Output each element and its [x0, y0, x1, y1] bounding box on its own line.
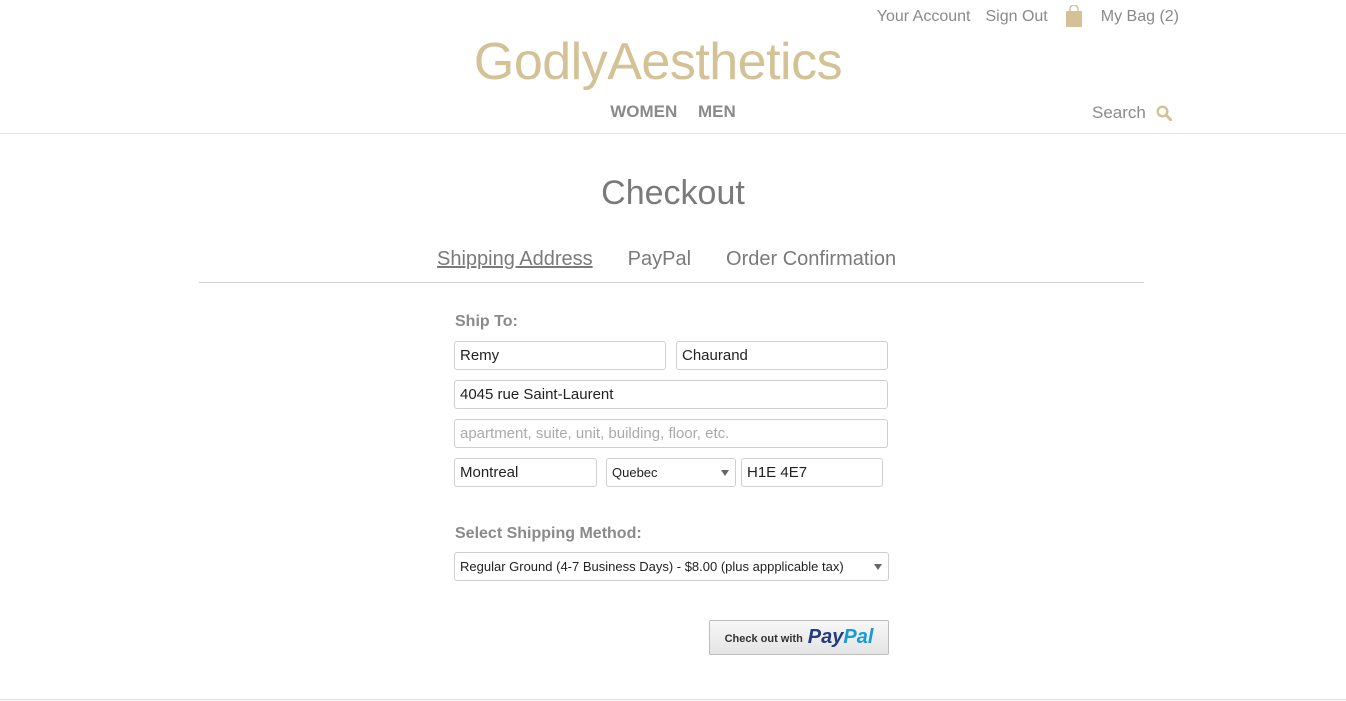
checkout-steps: Shipping Address PayPal Order Confirmati… [437, 248, 931, 271]
city-field[interactable] [454, 458, 597, 487]
postal-code-field[interactable] [741, 458, 883, 487]
step-shipping-address[interactable]: Shipping Address [437, 248, 593, 271]
steps-divider [199, 282, 1144, 283]
address-line2-field[interactable] [454, 419, 888, 448]
search-icon [1156, 105, 1172, 121]
top-bar: Your Account Sign Out My Bag (2) [877, 4, 1179, 28]
chevron-down-icon [721, 470, 729, 476]
paypal-logo-pay: Pay [807, 626, 844, 648]
shipping-method-select[interactable]: Regular Ground (4-7 Business Days) - $8.… [454, 552, 889, 581]
province-value: Quebec [612, 465, 658, 480]
shipping-method-label: Select Shipping Method: [455, 525, 642, 542]
paypal-button-prefix: Check out with [724, 632, 803, 645]
province-select[interactable]: Quebec [606, 458, 736, 487]
checkout-with-paypal-button[interactable]: Check out with PayPal [709, 620, 889, 655]
shipping-method-value: Regular Ground (4-7 Business Days) - $8.… [460, 559, 844, 574]
site-logo[interactable]: GodlyAesthetics [0, 32, 1316, 92]
step-order-confirmation[interactable]: Order Confirmation [726, 248, 896, 271]
ship-to-label: Ship To: [455, 313, 518, 330]
paypal-logo-pal: Pal [843, 626, 874, 648]
nav-men[interactable]: MEN [698, 102, 736, 121]
step-paypal[interactable]: PayPal [628, 248, 691, 271]
my-bag-link[interactable]: My Bag (2) [1101, 8, 1179, 26]
chevron-down-icon [874, 564, 882, 570]
last-name-field[interactable] [676, 341, 888, 370]
nav-women[interactable]: WOMEN [610, 102, 677, 121]
header-divider [0, 133, 1346, 134]
address-line1-field[interactable] [454, 380, 888, 409]
search-button[interactable]: Search [1092, 103, 1172, 123]
your-account-link[interactable]: Your Account [877, 8, 971, 26]
shopping-bag-icon[interactable] [1065, 4, 1083, 27]
sign-out-link[interactable]: Sign Out [985, 8, 1047, 26]
first-name-field[interactable] [454, 341, 666, 370]
page-title: Checkout [601, 174, 745, 212]
footer-divider [0, 699, 1346, 700]
paypal-logo: PayPal [808, 626, 874, 649]
search-label: Search [1092, 103, 1146, 122]
